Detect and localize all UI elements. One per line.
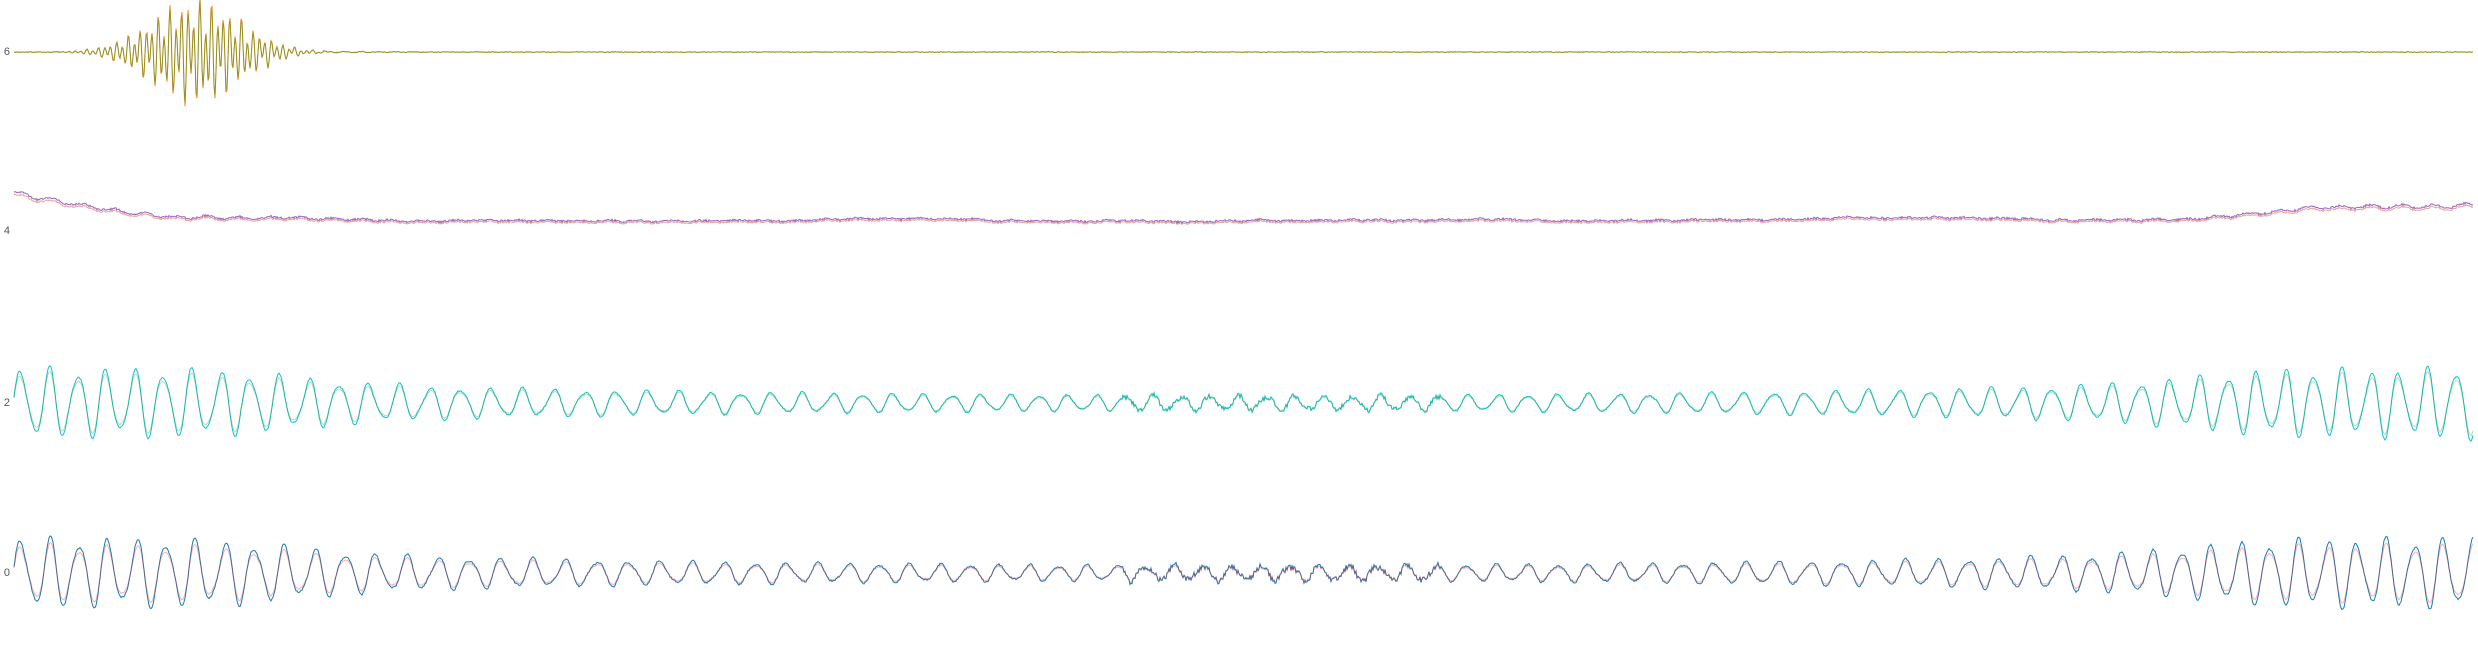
y-tick-4: 4: [0, 225, 10, 237]
y-tick-6: 6: [0, 46, 10, 58]
trace-6-svg: [14, 0, 2474, 110]
trace-4-svg: [14, 150, 2474, 310]
waveform-stack: 6 4 2 0: [0, 0, 2478, 669]
y-tick-2: 2: [0, 397, 10, 409]
trace-2-svg: [14, 340, 2474, 470]
y-tick-0: 0: [0, 567, 10, 579]
trace-0-svg: [14, 510, 2474, 640]
